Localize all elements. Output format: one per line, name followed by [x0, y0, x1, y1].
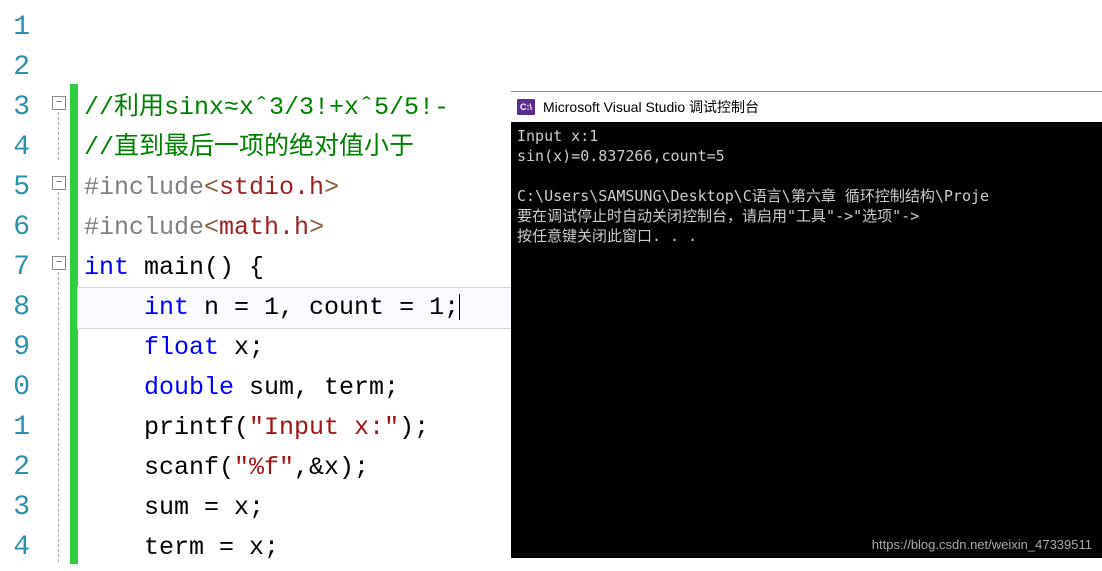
header-name: stdio.h [219, 173, 324, 202]
console-icon: C:\ [517, 99, 535, 115]
code-text: ,&x); [294, 453, 369, 482]
string-literal: "%f" [234, 453, 294, 482]
fold-gutter: − − − [38, 0, 78, 571]
console-line: 按任意键关闭此窗口. . . [517, 227, 697, 245]
line-number-gutter: 1 2 3 4 5 6 7 8 9 0 1 2 3 4 [0, 0, 38, 571]
console-line: sin(x)=0.837266,count=5 [517, 147, 725, 165]
console-output[interactable]: Input x:1 sin(x)=0.837266,count=5 C:\Use… [511, 122, 1102, 558]
header-name: math.h [219, 213, 309, 242]
code-text: n = 1, count = 1; [189, 293, 459, 322]
console-title: Microsoft Visual Studio 调试控制台 [543, 97, 759, 117]
line-number: 7 [0, 248, 30, 288]
keyword: float [144, 333, 219, 362]
include-directive: #include [84, 173, 204, 202]
angle-bracket: > [309, 213, 324, 242]
code-text: sum = x; [144, 493, 264, 522]
line-number: 1 [0, 8, 30, 48]
console-line: 要在调试停止时自动关闭控制台，请启用"工具"->"选项"-> [517, 207, 919, 225]
line-number: 4 [0, 128, 30, 168]
watermark-text: https://blog.csdn.net/weixin_47339511 [872, 537, 1092, 552]
line-number: 9 [0, 328, 30, 368]
string-literal: "Input x:" [249, 413, 399, 442]
code-line[interactable] [78, 8, 1102, 48]
line-number: 3 [0, 88, 30, 128]
line-number: 3 [0, 488, 30, 528]
code-text: term = x; [144, 533, 279, 562]
line-number: 1 [0, 408, 30, 448]
change-marker [70, 84, 78, 564]
line-number: 4 [0, 528, 30, 568]
code-text: printf( [144, 413, 249, 442]
keyword: int [84, 253, 129, 282]
code-text: scanf( [144, 453, 234, 482]
line-number: 8 [0, 288, 30, 328]
fold-toggle[interactable]: − [52, 176, 66, 190]
line-number: 2 [0, 448, 30, 488]
code-text: ); [399, 413, 429, 442]
code-text: sum, term; [234, 373, 399, 402]
comment-text: //利用sinx≈xˆ3/3!+xˆ5/5!- [84, 93, 449, 122]
code-text: x; [219, 333, 264, 362]
console-line: C:\Users\SAMSUNG\Desktop\C语言\第六章 循环控制结构\… [517, 187, 989, 205]
fold-guide [58, 192, 59, 240]
angle-bracket: < [204, 213, 219, 242]
fold-guide [58, 112, 59, 160]
keyword: double [144, 373, 234, 402]
comment-text: //直到最后一项的绝对值小于 [84, 133, 414, 162]
line-number: 5 [0, 168, 30, 208]
line-number: 6 [0, 208, 30, 248]
angle-bracket: < [204, 173, 219, 202]
include-directive: #include [84, 213, 204, 242]
angle-bracket: > [324, 173, 339, 202]
console-line: Input x:1 [517, 127, 598, 145]
fold-toggle[interactable]: − [52, 256, 66, 270]
code-text: main() { [129, 253, 264, 282]
text-cursor [459, 294, 460, 320]
fold-guide [58, 272, 59, 562]
line-number: 0 [0, 368, 30, 408]
line-number: 2 [0, 48, 30, 88]
fold-toggle[interactable]: − [52, 96, 66, 110]
keyword: int [144, 293, 189, 322]
code-line[interactable] [78, 48, 1102, 88]
debug-console-window[interactable]: C:\ Microsoft Visual Studio 调试控制台 Input … [511, 91, 1102, 558]
console-titlebar[interactable]: C:\ Microsoft Visual Studio 调试控制台 [511, 92, 1102, 122]
